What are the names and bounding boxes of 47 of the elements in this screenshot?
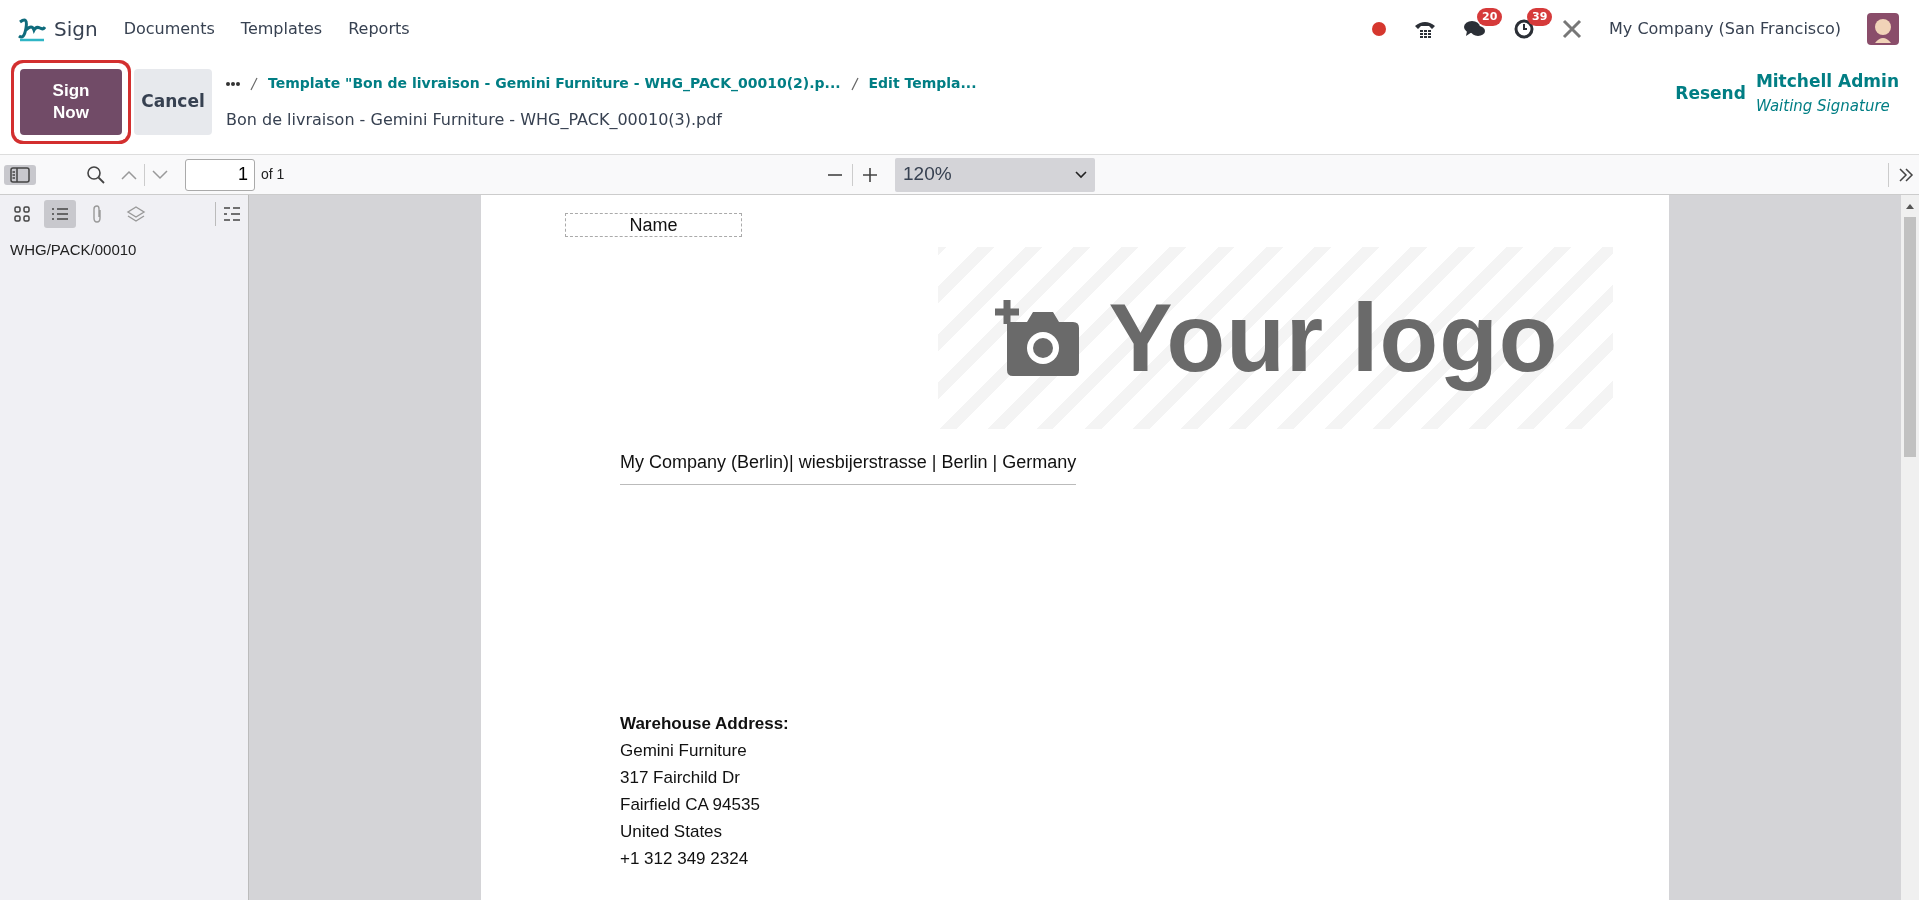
page-number-field[interactable]: 1: [185, 158, 255, 191]
address-line: Gemini Furniture: [620, 740, 748, 762]
separator-icon: [850, 76, 859, 91]
sidebar-toggle-button[interactable]: [4, 164, 36, 185]
camera-add-icon: [992, 300, 1079, 376]
caret-icon[interactable]: [1075, 170, 1087, 179]
document-title: Bon de livraison - Gemini Furniture - WHG_PACK_00010(3).pdf: [226, 109, 724, 131]
menu-item[interactable]: Templates: [240, 16, 323, 41]
address-line: +1 312 349 2324: [620, 848, 750, 870]
outline-item[interactable]: WHG/PACK/00010: [0, 233, 248, 268]
company-name[interactable]: My Company (San Francisco): [1609, 16, 1841, 41]
app-name[interactable]: Sign: [54, 13, 98, 44]
separator-icon: [250, 76, 258, 91]
address-line: 317 Fairchild Dr: [620, 767, 741, 789]
menu-item[interactable]: Reports: [348, 16, 410, 41]
record-icon[interactable]: [1371, 20, 1388, 37]
resend-link[interactable]: Resend: [1675, 81, 1746, 107]
address-heading: Warehouse Address:: [620, 713, 790, 735]
count-badge: 39: [1527, 7, 1553, 26]
breadcrumb-link[interactable]: Template "Bon de livraison - Gemini Furniture - WHG_PACK_00010(2).p...: [268, 73, 841, 94]
zoom-in-icon[interactable]: [861, 165, 879, 184]
scrollbar-thumb[interactable]: [1904, 217, 1916, 457]
address-line: United States: [620, 821, 724, 843]
zoom-select[interactable]: 120%: [895, 157, 1095, 192]
signer-name[interactable]: Mitchell Admin: [1755, 69, 1899, 95]
chevron-down-icon[interactable]: [151, 168, 169, 181]
count-badge: 20: [1477, 7, 1503, 26]
scrollbar[interactable]: [1901, 195, 1919, 900]
name-field[interactable]: Name: [565, 213, 742, 237]
signer-status: Waiting Signature: [1755, 95, 1891, 117]
ellipsis-icon[interactable]: [226, 80, 240, 87]
sidebar-tab[interactable]: [44, 200, 76, 228]
cancel-button[interactable]: Cancel: [134, 69, 212, 135]
double-chevron-icon[interactable]: [1897, 166, 1915, 183]
chevron-up-icon[interactable]: [120, 168, 138, 181]
layers-icon: [126, 204, 146, 224]
outline-options-icon[interactable]: [222, 204, 242, 224]
logo-text: Your logo: [1108, 283, 1559, 393]
page-count: of 1: [261, 165, 285, 184]
search-icon[interactable]: [86, 164, 106, 185]
company-address: My Company (Berlin)| wiesbijerstrasse | Berlin | Germany: [620, 449, 1077, 485]
menu-item[interactable]: Documents: [123, 16, 215, 41]
avatar-icon[interactable]: [1867, 12, 1899, 45]
thumbnails-icon: [12, 204, 32, 224]
address-line: Fairfield CA 94535: [620, 794, 761, 816]
sidebar-icon: [10, 166, 30, 183]
breadcrumb-link[interactable]: Edit Templa...: [868, 73, 977, 94]
